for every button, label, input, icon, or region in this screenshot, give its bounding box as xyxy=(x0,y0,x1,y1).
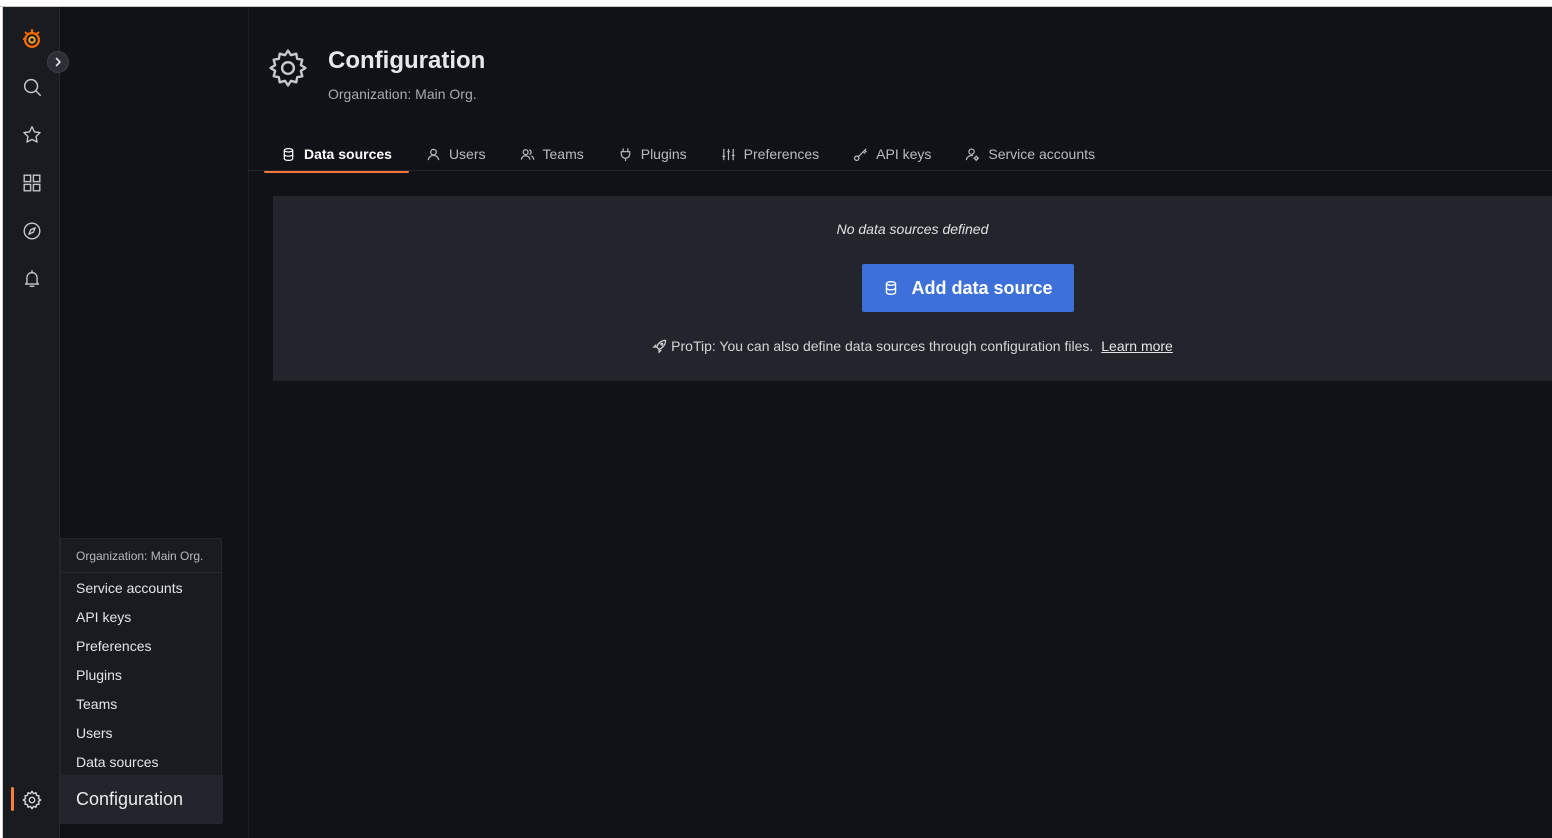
rocket-icon xyxy=(652,339,667,354)
plug-icon xyxy=(620,147,631,161)
learn-more-link[interactable]: Learn more xyxy=(1101,338,1173,354)
flyout-item-data-sources[interactable]: Data sources xyxy=(61,747,221,776)
empty-state-message: No data sources defined xyxy=(836,221,989,237)
tab-plugins[interactable]: Plugins xyxy=(601,137,704,171)
tab-label: Service accounts xyxy=(988,146,1095,162)
tab-label: API keys xyxy=(876,146,932,162)
main-content: Configuration Organization: Main Org. Da… xyxy=(249,7,1552,838)
add-data-source-label: Add data source xyxy=(911,277,1053,298)
flyout-item-preferences[interactable]: Preferences xyxy=(61,631,221,660)
tab-preferences[interactable]: Preferences xyxy=(704,137,836,171)
tab-label: Teams xyxy=(542,146,584,162)
expand-sidebar-button[interactable] xyxy=(47,51,69,73)
tab-label: Preferences xyxy=(743,146,820,162)
configuration-gear-icon[interactable] xyxy=(3,780,60,820)
tabs-divider xyxy=(249,170,1552,171)
search-icon[interactable] xyxy=(3,67,60,107)
tab-teams[interactable]: Teams xyxy=(503,137,601,171)
configuration-flyout-menu: Organization: Main Org. Service accounts… xyxy=(60,538,223,824)
users-icon xyxy=(520,148,534,160)
gear-icon xyxy=(269,49,307,87)
empty-state-panel: No data sources defined Add data source … xyxy=(273,196,1552,381)
top-window-strip xyxy=(0,0,1552,7)
user-icon xyxy=(427,148,440,160)
sidebar xyxy=(3,7,60,838)
tab-data-sources[interactable]: Data sources xyxy=(264,137,409,173)
flyout-item-teams[interactable]: Teams xyxy=(61,689,221,718)
sliders-icon xyxy=(722,148,735,160)
explore-compass-icon[interactable] xyxy=(3,211,60,251)
database-icon xyxy=(283,147,294,161)
flyout-item-service-accounts[interactable]: Service accounts xyxy=(61,573,221,602)
alerting-bell-icon[interactable] xyxy=(3,259,60,299)
tab-label: Users xyxy=(448,146,486,162)
tab-api-keys[interactable]: API keys xyxy=(836,137,948,171)
star-icon[interactable] xyxy=(3,115,60,155)
flyout-item-users[interactable]: Users xyxy=(61,718,221,747)
database-icon xyxy=(886,281,897,295)
flyout-item-plugins[interactable]: Plugins xyxy=(61,660,221,689)
flyout-item-api-keys[interactable]: API keys xyxy=(61,602,221,631)
flyout-org-header: Organization: Main Org. xyxy=(61,539,221,573)
flyout-title-configuration[interactable]: Configuration xyxy=(61,775,223,823)
page-subtitle: Organization: Main Org. xyxy=(328,86,477,102)
protip-text: ProTip: You can also define data sources… xyxy=(671,338,1094,354)
tab-label: Data sources xyxy=(304,146,392,162)
user-cog-icon xyxy=(966,147,980,161)
tab-users[interactable]: Users xyxy=(409,137,503,171)
add-data-source-button[interactable]: Add data source xyxy=(862,264,1074,312)
tab-bar: Data sources Users Teams Plugins Prefere… xyxy=(264,137,1112,173)
tab-service-accounts[interactable]: Service accounts xyxy=(948,137,1112,171)
key-icon xyxy=(854,147,868,161)
page-title: Configuration xyxy=(328,47,486,74)
protip: ProTip: You can also define data sources… xyxy=(273,338,1552,354)
chevron-right-icon xyxy=(55,57,61,67)
dashboards-icon[interactable] xyxy=(3,163,60,203)
tab-label: Plugins xyxy=(640,146,687,162)
